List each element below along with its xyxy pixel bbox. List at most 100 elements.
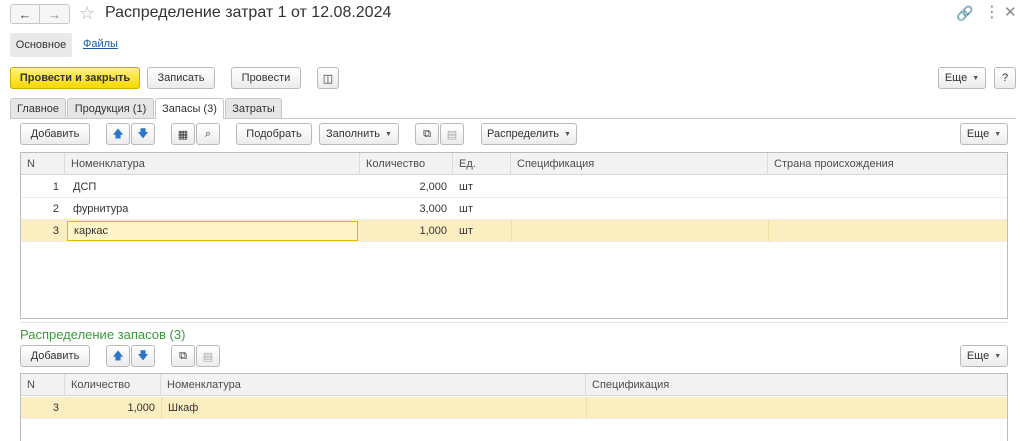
item-edit-field[interactable]: каркас (67, 221, 358, 241)
section-divider (20, 322, 1008, 323)
fill-label: Заполнить (326, 128, 381, 140)
tab-stock[interactable]: Запасы (3) (155, 98, 224, 119)
table-row[interactable]: 1 ДСП 2,000 шт (21, 176, 1007, 198)
country-cell[interactable] (768, 176, 1007, 198)
page-title: Распределение затрат 1 от 12.08.2024 (105, 4, 392, 21)
move-down-button[interactable]: 🡇 (131, 123, 155, 145)
tab-main[interactable]: Главное (10, 98, 66, 118)
column-header-spec[interactable]: Спецификация (511, 153, 768, 175)
fill-button[interactable]: Заполнить ▼ (319, 123, 399, 145)
spec-cell[interactable] (586, 397, 1007, 419)
close-icon[interactable]: ✕ (1004, 4, 1017, 22)
chevron-down-icon: ▼ (994, 130, 1002, 138)
column-header-item[interactable]: Номенклатура (65, 153, 360, 175)
add-button[interactable]: Добавить (20, 123, 90, 145)
distribute-label: Распределить (487, 128, 560, 140)
section-files-link[interactable]: Файлы (83, 38, 118, 50)
dist-paste-button[interactable]: ▤ (196, 345, 220, 367)
dist-copy-button[interactable]: ⧉ (171, 345, 195, 367)
barcode-icon: ▦ (177, 128, 189, 141)
row-number: 3 (52, 402, 59, 414)
more-vertical-icon[interactable]: ⋮ (984, 4, 1000, 22)
chevron-down-icon: ▼ (994, 352, 1002, 360)
dist-add-button[interactable]: Добавить (20, 345, 90, 367)
unit-cell[interactable]: шт (453, 220, 511, 242)
tab-products[interactable]: Продукция (1) (67, 98, 154, 118)
column-header-country[interactable]: Страна происхождения (768, 153, 1007, 175)
help-button[interactable]: ? (994, 67, 1016, 89)
column-header-unit[interactable]: Ед. (453, 153, 511, 175)
paste-icon: ▤ (202, 350, 214, 363)
post-and-close-button[interactable]: Провести и закрыть (10, 67, 140, 89)
copy-icon: ⧉ (423, 127, 431, 140)
tab-costs[interactable]: Затраты (225, 98, 282, 118)
back-arrow-icon: ← (18, 6, 32, 22)
country-cell[interactable] (768, 198, 1007, 220)
column-header-spec[interactable]: Спецификация (586, 374, 1007, 396)
table-row[interactable]: 2 фурнитура 3,000 шт (21, 198, 1007, 220)
search-icon: ⌕ (204, 127, 212, 140)
paste-button[interactable]: ▤ (440, 123, 464, 145)
spec-cell[interactable] (511, 176, 768, 198)
chevron-down-icon: ▼ (385, 130, 392, 138)
structure-icon: ◫ (322, 72, 334, 85)
forward-arrow-icon: → (48, 6, 61, 22)
section-main[interactable]: Основное (10, 33, 72, 57)
back-button[interactable]: ← (10, 4, 40, 24)
more-button[interactable]: Еще ▼ (938, 67, 986, 89)
dist-more-label: Еще (966, 350, 990, 362)
stock-table: N Номенклатура Количество Ед. Спецификац… (20, 152, 1008, 319)
table-header: N Количество Номенклатура Спецификация (21, 374, 1007, 396)
unit-cell[interactable]: шт (453, 176, 511, 198)
arrow-down-icon: 🡇 (137, 349, 149, 362)
qty-cell[interactable]: 1,000 (360, 220, 453, 242)
column-header-n[interactable]: N (21, 153, 65, 175)
stock-more-label: Еще (966, 128, 990, 140)
arrow-down-icon: 🡇 (137, 127, 149, 140)
forward-button[interactable]: → (40, 4, 70, 24)
item-cell[interactable]: ДСП (67, 176, 360, 198)
spec-cell[interactable] (511, 220, 768, 242)
table-header: N Номенклатура Количество Ед. Спецификац… (21, 153, 1007, 175)
country-cell[interactable] (768, 220, 1007, 242)
column-header-item[interactable]: Номенклатура (161, 374, 586, 396)
dist-more-button[interactable]: Еще ▼ (960, 345, 1008, 367)
qty-cell[interactable]: 3,000 (360, 198, 453, 220)
row-number: 3 (52, 225, 59, 237)
copy-icon: ⧉ (179, 349, 187, 362)
distribute-button[interactable]: Распределить ▼ (481, 123, 577, 145)
copy-button[interactable]: ⧉ (415, 123, 439, 145)
item-cell[interactable]: Шкаф (161, 397, 586, 419)
structure-button[interactable]: ◫ (317, 67, 339, 89)
qty-cell[interactable]: 1,000 (65, 397, 161, 419)
table-row-selected[interactable]: 3 1,000 Шкаф (21, 397, 1007, 419)
table-row-selected[interactable]: 3 каркас 1,000 шт (21, 220, 1007, 242)
column-header-n[interactable]: N (21, 374, 65, 396)
star-icon[interactable]: ☆ (79, 3, 95, 23)
column-header-qty[interactable]: Количество (360, 153, 453, 175)
unit-cell[interactable]: шт (453, 198, 511, 220)
dist-move-down-button[interactable]: 🡇 (131, 345, 155, 367)
link-icon[interactable]: 🔗 (956, 4, 973, 22)
chevron-down-icon: ▼ (564, 130, 571, 138)
select-button[interactable]: Подобрать (236, 123, 312, 145)
column-header-qty[interactable]: Количество (65, 374, 161, 396)
stock-more-button[interactable]: Еще ▼ (960, 123, 1008, 145)
paste-icon: ▤ (446, 128, 458, 141)
search-item-button[interactable]: ⌕ (196, 123, 220, 145)
dist-move-up-button[interactable]: 🡅 (106, 345, 130, 367)
item-cell[interactable]: фурнитура (67, 198, 360, 220)
post-button[interactable]: Провести (231, 67, 301, 89)
spec-cell[interactable] (511, 198, 768, 220)
qty-cell[interactable]: 2,000 (360, 176, 453, 198)
barcode-button[interactable]: ▦ (171, 123, 195, 145)
chevron-down-icon: ▼ (972, 74, 980, 82)
arrow-up-icon: 🡅 (112, 349, 124, 362)
move-up-button[interactable]: 🡅 (106, 123, 130, 145)
save-button[interactable]: Записать (147, 67, 215, 89)
distribution-table: N Количество Номенклатура Спецификация 3… (20, 373, 1008, 441)
arrow-up-icon: 🡅 (112, 127, 124, 140)
more-label: Еще (944, 72, 968, 84)
row-number: 1 (52, 181, 59, 193)
distribution-title: Распределение запасов (3) (20, 327, 186, 342)
